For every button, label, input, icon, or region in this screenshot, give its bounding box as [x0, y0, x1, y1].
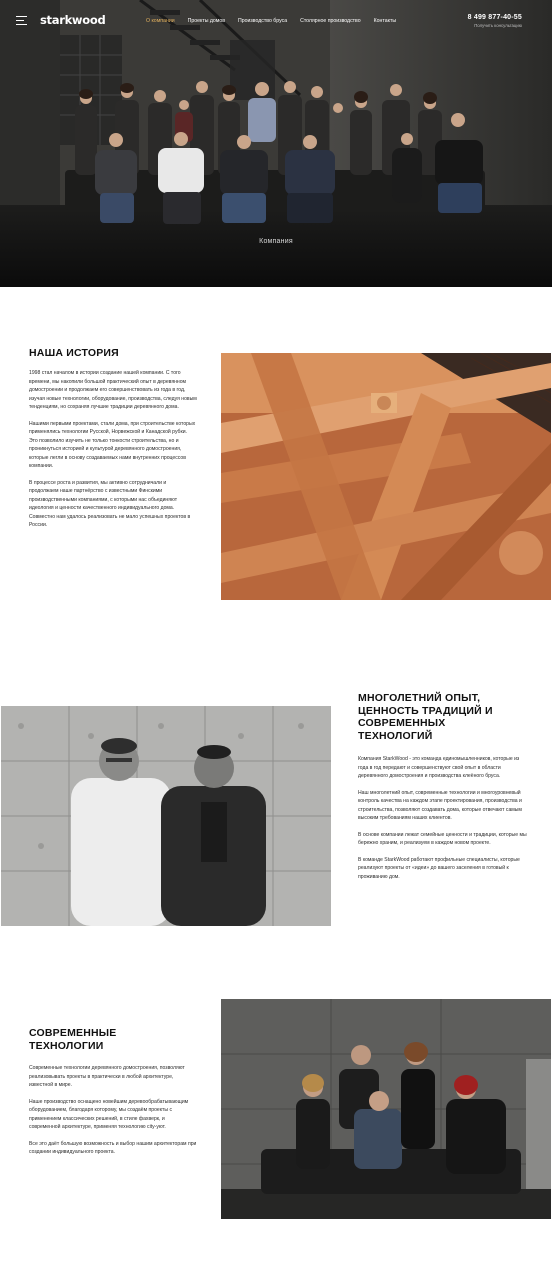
site-logo[interactable]: starkwood: [40, 13, 106, 27]
experience-paragraph: Наш многолетний опыт, современные технол…: [358, 789, 522, 822]
nav-item-house-projects[interactable]: Проекты домов: [188, 18, 225, 24]
top-navigation-bar: starkwood О компании Проекты домов Произ…: [0, 0, 552, 38]
hero-caption: Компания: [259, 238, 293, 245]
nav-item-contacts[interactable]: Контакты: [374, 18, 396, 24]
technology-title: СОВРЕМЕННЫЕ ТЕХНОЛОГИИ: [29, 1027, 117, 1052]
hero-banner: starkwood О компании Проекты домов Произ…: [0, 0, 552, 287]
hamburger-icon[interactable]: [16, 16, 27, 25]
experience-title: МНОГОЛЕТНИЙ ОПЫТ, ЦЕННОСТЬ ТРАДИЦИЙ И СО…: [358, 692, 493, 742]
team-sofa-photo: [221, 999, 551, 1219]
technology-text: Современные технологии деревянного домос…: [29, 1064, 197, 1165]
timber-frame-image: [221, 353, 551, 600]
technology-paragraph: Наше производство оснащено новейшим дере…: [29, 1098, 189, 1131]
technology-paragraph: Современные технологии деревянного домос…: [29, 1065, 185, 1088]
founders-photo: [1, 706, 331, 926]
consultation-link[interactable]: Получить консультацию: [474, 23, 522, 28]
history-paragraph: В процессе роста и развития, мы активно …: [29, 479, 191, 529]
main-nav: О компании Проекты домов Производство бр…: [146, 18, 409, 24]
nav-item-about[interactable]: О компании: [146, 18, 175, 24]
experience-paragraph: Компания StarkWood - это команда единомы…: [358, 756, 520, 779]
experience-paragraph: В команде StarkWood работают профильные …: [358, 856, 520, 880]
experience-paragraph: В основе компании лежат семейные ценност…: [358, 831, 527, 847]
technology-paragraph: Все это даёт большую возможность и выбор…: [29, 1140, 197, 1156]
nav-item-timber-production[interactable]: Производство бруса: [238, 18, 287, 24]
history-paragraph: Нашими первыми проектами, стали дома, пр…: [29, 420, 196, 470]
history-text: 1998 стал началом в истории создание наш…: [29, 369, 197, 538]
phone-number[interactable]: 8 499 877-40-55: [468, 14, 522, 21]
experience-text: Компания StarkWood - это команда единомы…: [358, 755, 528, 889]
history-title: НАША ИСТОРИЯ: [29, 347, 119, 359]
history-paragraph: 1998 стал началом в истории создание наш…: [29, 370, 197, 410]
nav-item-joinery-production[interactable]: Столярное производство: [300, 18, 361, 24]
